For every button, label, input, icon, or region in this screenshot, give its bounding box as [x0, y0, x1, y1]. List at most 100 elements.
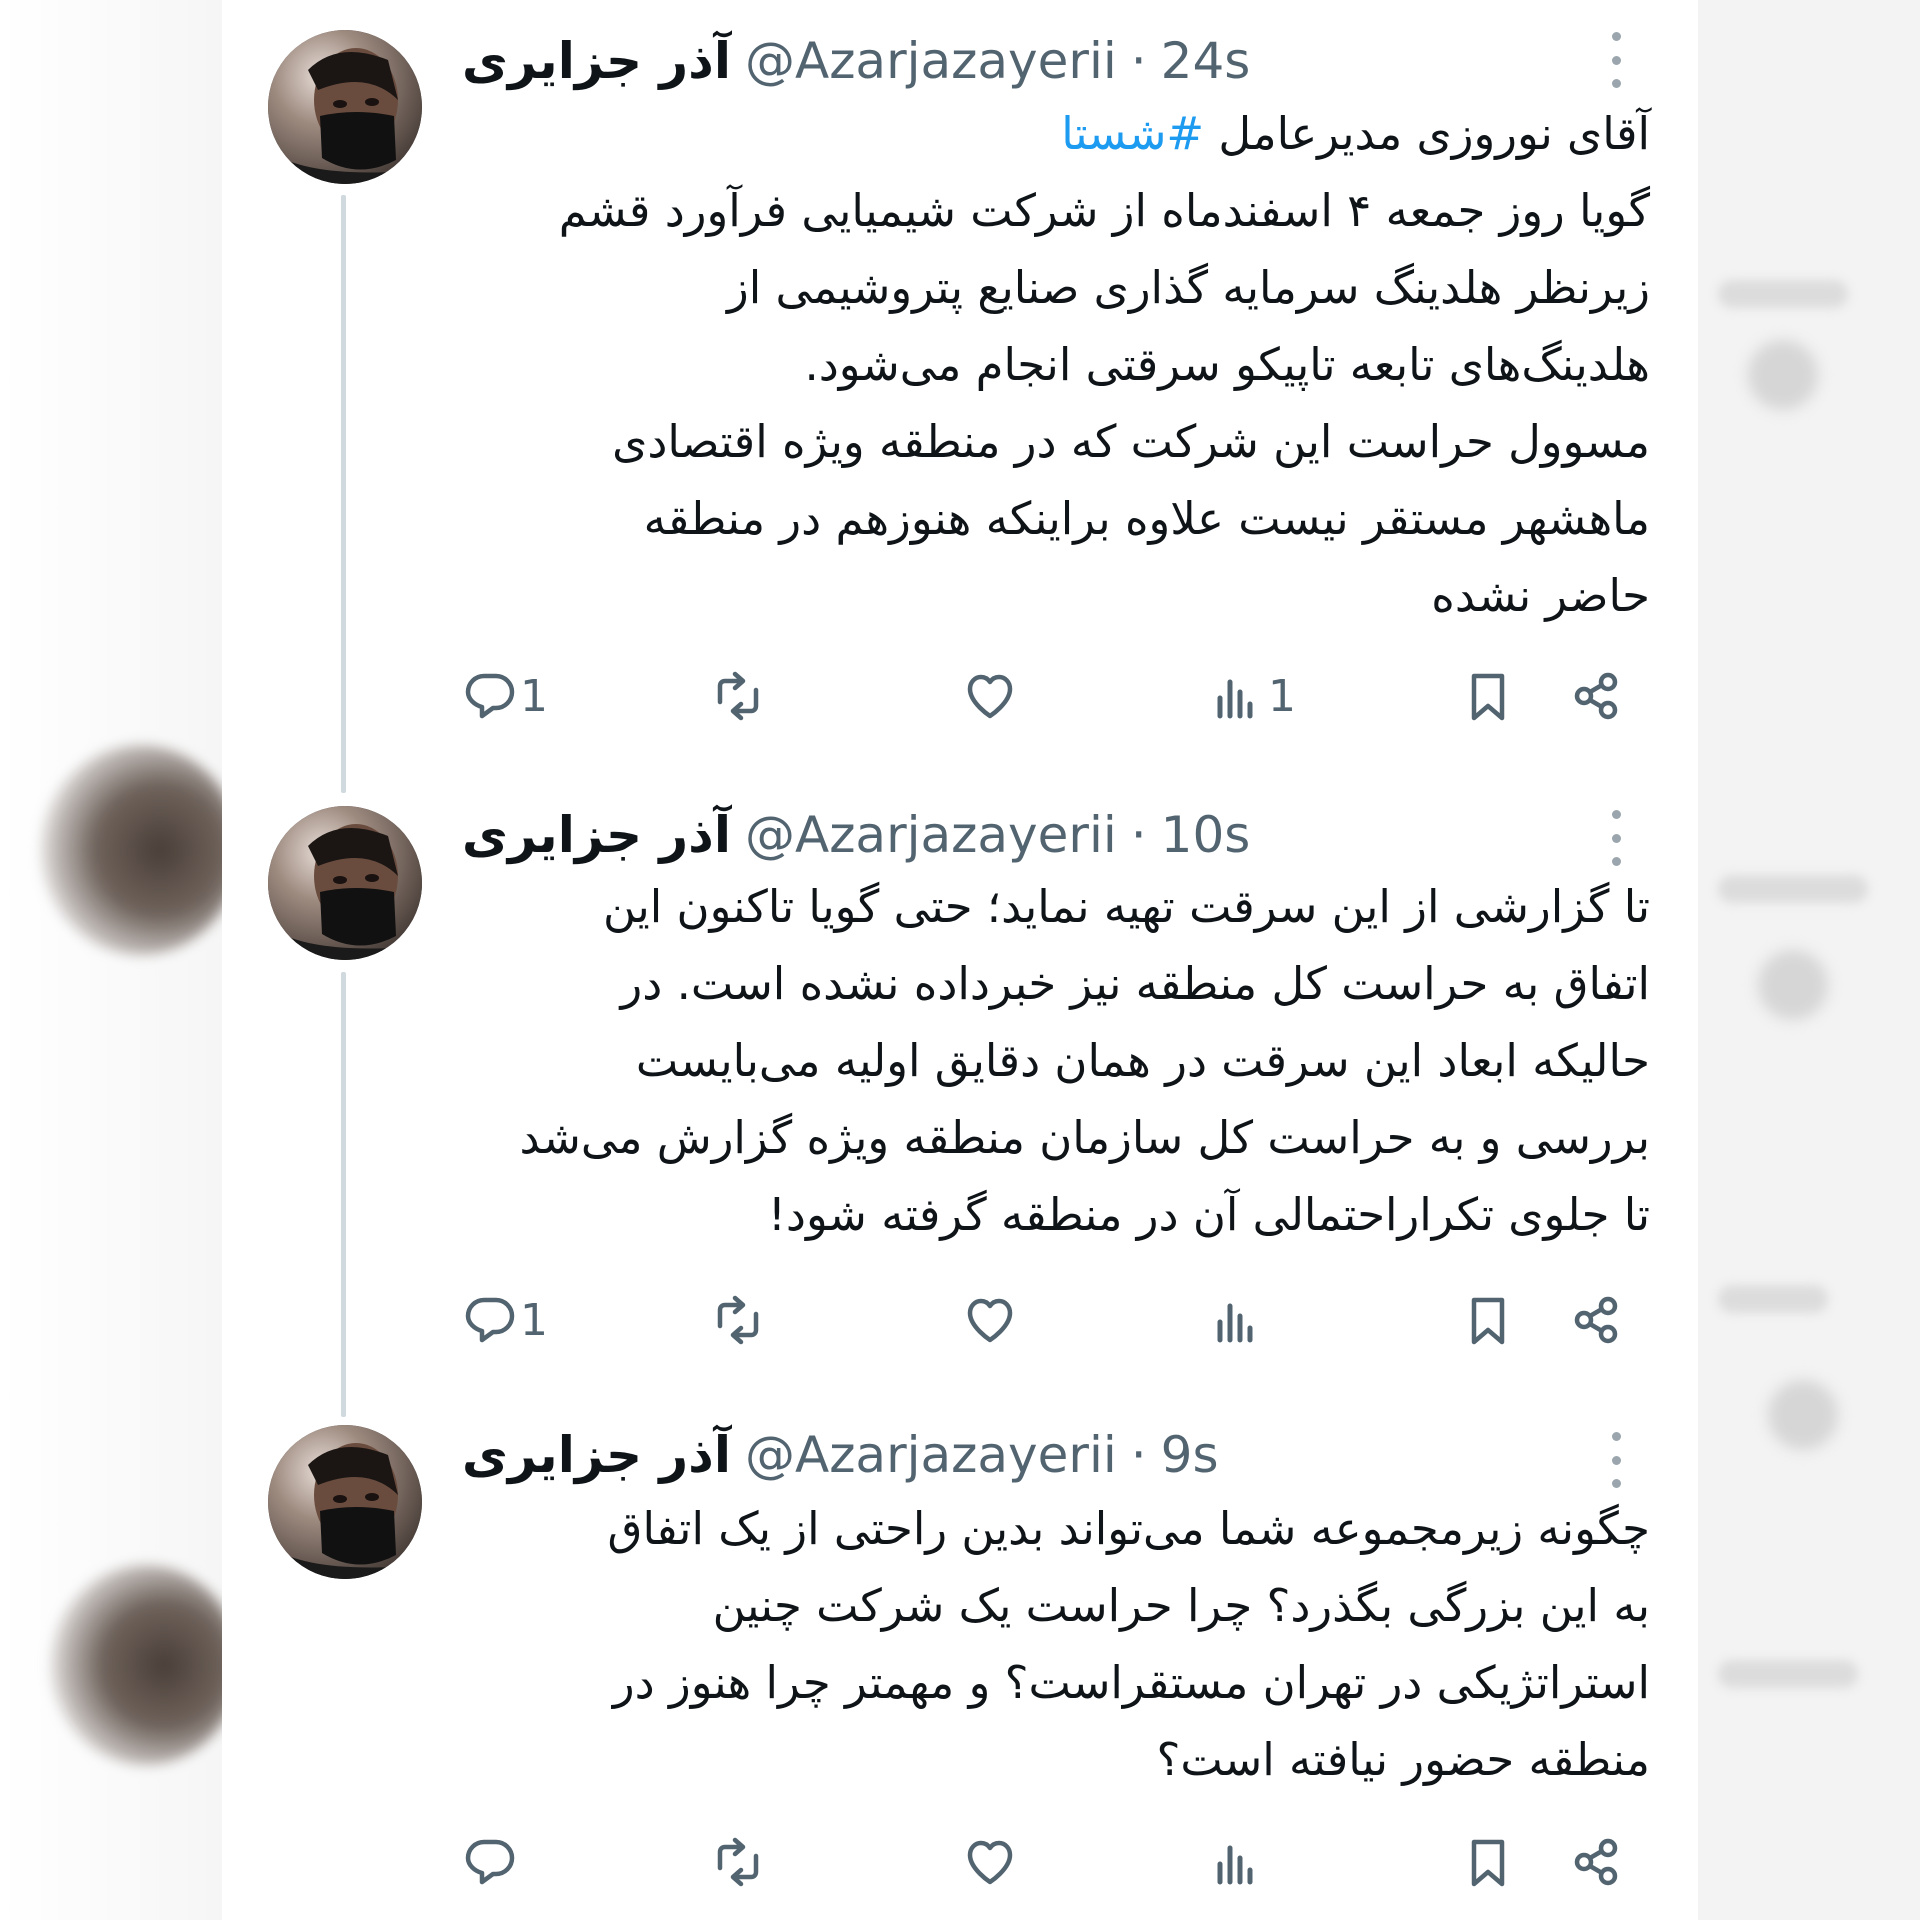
tweet-text-line: تا گزارشی از این سرقت تهیه نماید؛ حتی گو…: [462, 868, 1650, 945]
tweet-text-line: حالیکه ابعاد این سرقت در همان دقایق اولی…: [462, 1022, 1650, 1099]
like-button[interactable]: [962, 1822, 1022, 1902]
views-count: 1: [1268, 670, 1296, 722]
separator: ·: [1130, 806, 1147, 864]
text-segment: بررسی و به حراست کل سازمان منطقه ویژه گز…: [519, 1111, 1650, 1164]
reply-button[interactable]: 1: [460, 656, 548, 736]
tweet-text: چگونه زیرمجموعه شما می‌تواند بدین راحتی …: [462, 1490, 1650, 1798]
avatar[interactable]: [268, 1425, 422, 1579]
views-button[interactable]: 1: [1208, 656, 1296, 736]
bookmark-icon: [1471, 673, 1505, 721]
bookmark-button[interactable]: [1460, 656, 1516, 736]
views-icon: [1217, 679, 1253, 719]
blurred-line: [1718, 280, 1848, 308]
text-segment: اتفاق به حراست کل منطقه نیز خبرداده نشده…: [620, 957, 1651, 1010]
text-segment: گویا روز جمعه ۴ اسفندماه از شرکت شیمیایی…: [558, 184, 1650, 237]
more-icon[interactable]: [1606, 32, 1626, 88]
retweet-icon: [717, 671, 759, 721]
reply-button[interactable]: [460, 1822, 520, 1902]
tweet-text-line: چگونه زیرمجموعه شما می‌تواند بدین راحتی …: [462, 1490, 1650, 1567]
text-segment: استراتژیکی در تهران مستقراست؟ و مهمتر چر…: [612, 1656, 1650, 1709]
tweet-header: آذر جزایری @Azarjazayerii · 24s: [462, 26, 1618, 96]
bookmark-button[interactable]: [1460, 1280, 1516, 1360]
more-icon[interactable]: [1606, 810, 1626, 866]
more-icon[interactable]: [1606, 1432, 1626, 1488]
bookmark-button[interactable]: [1460, 1822, 1516, 1902]
reply-icon: [465, 1297, 515, 1343]
views-icon: [1217, 1303, 1253, 1343]
text-segment: تا گزارشی از این سرقت تهیه نماید؛ حتی گو…: [602, 880, 1650, 933]
blurred-shape: [1758, 950, 1828, 1020]
share-icon: [1574, 672, 1618, 720]
views-button[interactable]: [1208, 1280, 1268, 1360]
tweet-text-line: ماهشهر مستقر نیست علاوه براینکه هنوزهم د…: [462, 480, 1650, 557]
text-segment: ماهشهر مستقر نیست علاوه براینکه هنوزهم د…: [643, 492, 1650, 545]
like-icon: [967, 1840, 1013, 1885]
like-icon: [967, 1298, 1013, 1343]
user-handle[interactable]: @Azarjazayerii: [745, 806, 1117, 864]
tweet-header: آذر جزایری @Azarjazayerii · 10s: [462, 800, 1618, 870]
tweet-text-line: مسوول حراست این شرکت که در منطقه ویژه اق…: [462, 403, 1650, 480]
bookmark-icon: [1471, 1297, 1505, 1345]
left-blurred-background: [0, 0, 240, 1920]
text-segment: منطقه حضور نیافته است؟: [1156, 1733, 1650, 1786]
reply-count: 1: [520, 1294, 548, 1346]
retweet-button[interactable]: [710, 656, 770, 736]
tweet-text-line: حاضر نشده: [462, 557, 1650, 634]
tweet-text-line: استراتژیکی در تهران مستقراست؟ و مهمتر چر…: [462, 1644, 1650, 1721]
text-segment: به این بزرگی بگذرد؟ چرا حراست یک شرکت چن…: [712, 1579, 1650, 1632]
text-segment: هلدینگ‌های تابعه تاپیکو سرقتی انجام می‌ش…: [804, 338, 1650, 391]
share-icon: [1574, 1838, 1618, 1886]
tweet-text-line: گویا روز جمعه ۴ اسفندماه از شرکت شیمیایی…: [462, 172, 1650, 249]
separator: ·: [1130, 32, 1147, 90]
retweet-button[interactable]: [710, 1822, 770, 1902]
tweet-header: آذر جزایری @Azarjazayerii · 9s: [462, 1420, 1618, 1490]
text-segment: تا جلوی تکراراحتمالی آن در منطقه گرفته ش…: [767, 1188, 1650, 1241]
display-name[interactable]: آذر جزایری: [462, 32, 731, 90]
like-button[interactable]: [962, 1280, 1022, 1360]
tweet-actions: 11: [222, 656, 1698, 736]
tweet-text-line: تا جلوی تکراراحتمالی آن در منطقه گرفته ش…: [462, 1176, 1650, 1253]
display-name[interactable]: آذر جزایری: [462, 1426, 731, 1484]
tweet-text-line: زیرنظر هلدینگ سرمایه گذاری صنایع پتروشیم…: [462, 249, 1650, 326]
avatar[interactable]: [268, 806, 422, 960]
text-segment: زیرنظر هلدینگ سرمایه گذاری صنایع پتروشیم…: [727, 261, 1650, 314]
tweet-text-line: آقای نوروزی مدیرعامل #شستا: [462, 95, 1650, 172]
share-button[interactable]: [1568, 1280, 1624, 1360]
retweet-button[interactable]: [710, 1280, 770, 1360]
retweet-icon: [717, 1295, 759, 1345]
timestamp[interactable]: 24s: [1161, 32, 1251, 90]
like-icon: [967, 674, 1013, 719]
user-handle[interactable]: @Azarjazayerii: [745, 32, 1117, 90]
retweet-icon: [717, 1837, 759, 1887]
blurred-line: [1718, 875, 1868, 903]
like-button[interactable]: [962, 656, 1022, 736]
views-button[interactable]: [1208, 1822, 1268, 1902]
display-name[interactable]: آذر جزایری: [462, 806, 731, 864]
views-icon: [1217, 1845, 1253, 1885]
blurred-shape: [1748, 340, 1818, 410]
right-blurred-background: [1698, 0, 1920, 1920]
timestamp[interactable]: 9s: [1161, 1426, 1219, 1484]
share-button[interactable]: [1568, 1822, 1624, 1902]
reply-icon: [465, 673, 515, 719]
tweet-text-line: اتفاق به حراست کل منطقه نیز خبرداده نشده…: [462, 945, 1651, 1022]
text-segment: چگونه زیرمجموعه شما می‌تواند بدین راحتی …: [607, 1502, 1650, 1555]
tweet-actions: 1: [222, 1280, 1698, 1360]
text-segment: مسوول حراست این شرکت که در منطقه ویژه اق…: [612, 415, 1650, 468]
avatar[interactable]: [268, 30, 422, 184]
tweet-text-line: به این بزرگی بگذرد؟ چرا حراست یک شرکت چن…: [462, 1567, 1650, 1644]
share-icon: [1574, 1296, 1618, 1344]
tweet-text-line: بررسی و به حراست کل سازمان منطقه ویژه گز…: [462, 1099, 1650, 1176]
reply-count: 1: [520, 670, 548, 722]
user-handle[interactable]: @Azarjazayerii: [745, 1426, 1117, 1484]
text-segment: آقای نوروزی مدیرعامل: [1204, 107, 1650, 160]
blurred-avatar: [50, 1565, 240, 1765]
share-button[interactable]: [1568, 656, 1624, 736]
tweet-text-line: هلدینگ‌های تابعه تاپیکو سرقتی انجام می‌ش…: [462, 326, 1650, 403]
tweet-text: آقای نوروزی مدیرعامل #شستا گویا روز جمعه …: [462, 95, 1650, 634]
reply-button[interactable]: 1: [460, 1280, 548, 1360]
reply-icon: [465, 1839, 515, 1885]
hashtag-link[interactable]: #شستا: [1061, 107, 1204, 160]
tweet-text: تا گزارشی از این سرقت تهیه نماید؛ حتی گو…: [462, 868, 1650, 1253]
timestamp[interactable]: 10s: [1161, 806, 1251, 864]
